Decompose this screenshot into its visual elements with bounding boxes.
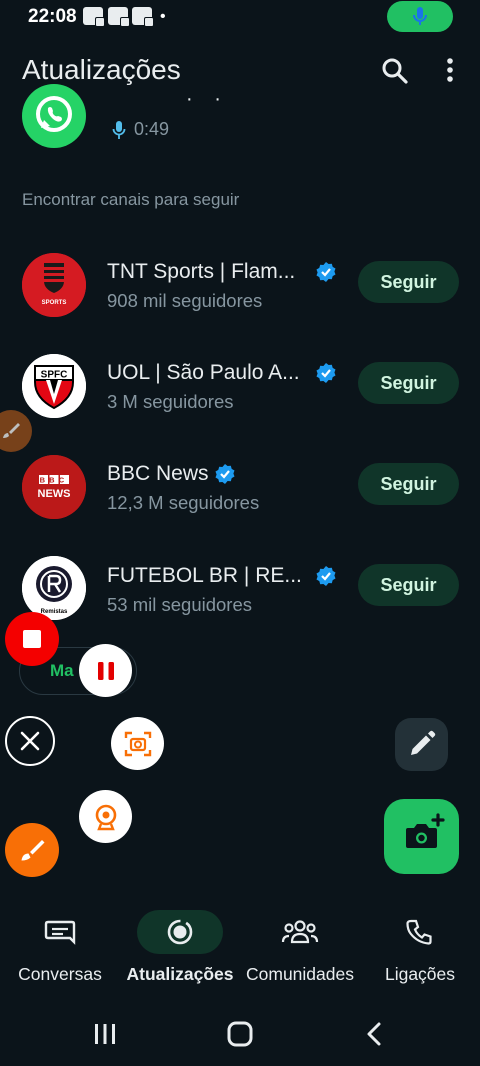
verified-badge-icon [316,262,336,282]
verified-badge-icon [215,464,235,484]
page-title: Atualizações [22,54,181,85]
pause-icon [97,661,114,680]
nav-tab-ligacoes[interactable]: Ligações [360,900,480,1000]
status-time: 22:08 [28,6,77,27]
channel-avatar-text: SPORTS [42,300,67,306]
nav-tab-conversas[interactable]: Conversas [0,900,120,1000]
close-icon [20,731,40,751]
bottom-navigation: Conversas Atualizações Comunidades Ligaç… [0,900,480,1000]
channel-avatar-futebol: Remistas [22,556,86,620]
channel-name: TNT Sports | Flam... [107,260,296,283]
home-icon[interactable] [226,1020,254,1048]
nav-label: Comunidades [246,964,354,984]
chat-icon [44,920,76,945]
gallery-notification-icon [83,7,105,27]
channel-avatar-text: BBC [40,476,69,485]
channel-avatar-text: SPFC [41,370,68,381]
follow-button[interactable]: Seguir [358,564,459,606]
recorder-pause-button[interactable] [79,644,132,697]
nav-label: Conversas [18,964,102,984]
follow-button[interactable]: Seguir [358,261,459,303]
mic-icon [112,120,126,140]
notification-dot: • [160,8,166,25]
whatsapp-logo-icon [36,96,72,132]
verified-badge-icon [316,566,336,586]
channel-followers: 12,3 M seguidores [107,492,260,513]
webcam-icon [95,804,116,830]
brush-icon [21,840,45,861]
communities-icon [281,920,319,944]
search-button[interactable] [378,54,412,88]
mic-icon [413,7,427,25]
nav-tab-comunidades[interactable]: Comunidades [240,900,360,1000]
channel-name: FUTEBOL BR | RE... [107,564,302,587]
recorder-webcam-button[interactable] [79,790,132,843]
camera-status-button[interactable] [384,799,459,874]
system-navigation-bar [0,1000,480,1066]
recorder-brush-handle[interactable] [0,410,32,452]
channel-followers: 3 M seguidores [107,391,234,412]
status-text-fragment: · · [186,88,229,110]
nav-label: Atualizações [126,964,234,984]
nav-label: Ligações [384,964,456,984]
pencil-icon [411,730,436,755]
nav-tab-atualizacoes[interactable]: Atualizações [120,900,240,1000]
brush-icon [3,423,20,438]
channel-avatar-text: NEWS [38,488,71,500]
voice-status-duration: 0:49 [134,119,170,139]
search-icon [382,58,408,84]
channel-avatar-bbc: BBC NEWS [22,455,86,519]
gallery-notification-icon [108,7,130,27]
channel-name: BBC News [107,462,209,485]
add-camera-icon [406,813,445,848]
text-status-button[interactable] [395,718,448,771]
channel-avatar-uol: SPFC [22,354,86,418]
updates-status-icon [167,919,193,945]
more-vert-icon [447,58,453,82]
more-options-button[interactable] [440,54,460,88]
recorder-brush-button[interactable] [5,823,59,877]
verified-badge-icon [316,363,336,383]
channel-followers: 908 mil seguidores [107,290,263,311]
gallery-notification-icon [132,7,154,27]
section-title: Encontrar canais para seguir [22,190,240,209]
screenshot-camera-icon [124,731,151,756]
channel-avatar-text: Remistas [41,609,68,615]
back-icon[interactable] [364,1021,386,1047]
recorder-stop-button[interactable] [5,612,59,666]
follow-button[interactable]: Seguir [358,362,459,404]
status-avatar[interactable] [22,84,86,148]
follow-button[interactable]: Seguir [358,463,459,505]
mic-in-use-indicator[interactable] [387,1,453,32]
status-bar: 22:08 • [0,0,480,34]
recorder-screenshot-button[interactable] [111,717,164,770]
channel-name: UOL | São Paulo A... [107,361,300,384]
channel-avatar-tnt: SPORTS [22,253,86,317]
phone-icon [406,919,432,945]
recorder-close-button[interactable] [5,716,55,766]
recent-apps-icon[interactable] [92,1022,118,1046]
stop-icon [23,630,41,648]
channel-followers: 53 mil seguidores [107,594,252,615]
